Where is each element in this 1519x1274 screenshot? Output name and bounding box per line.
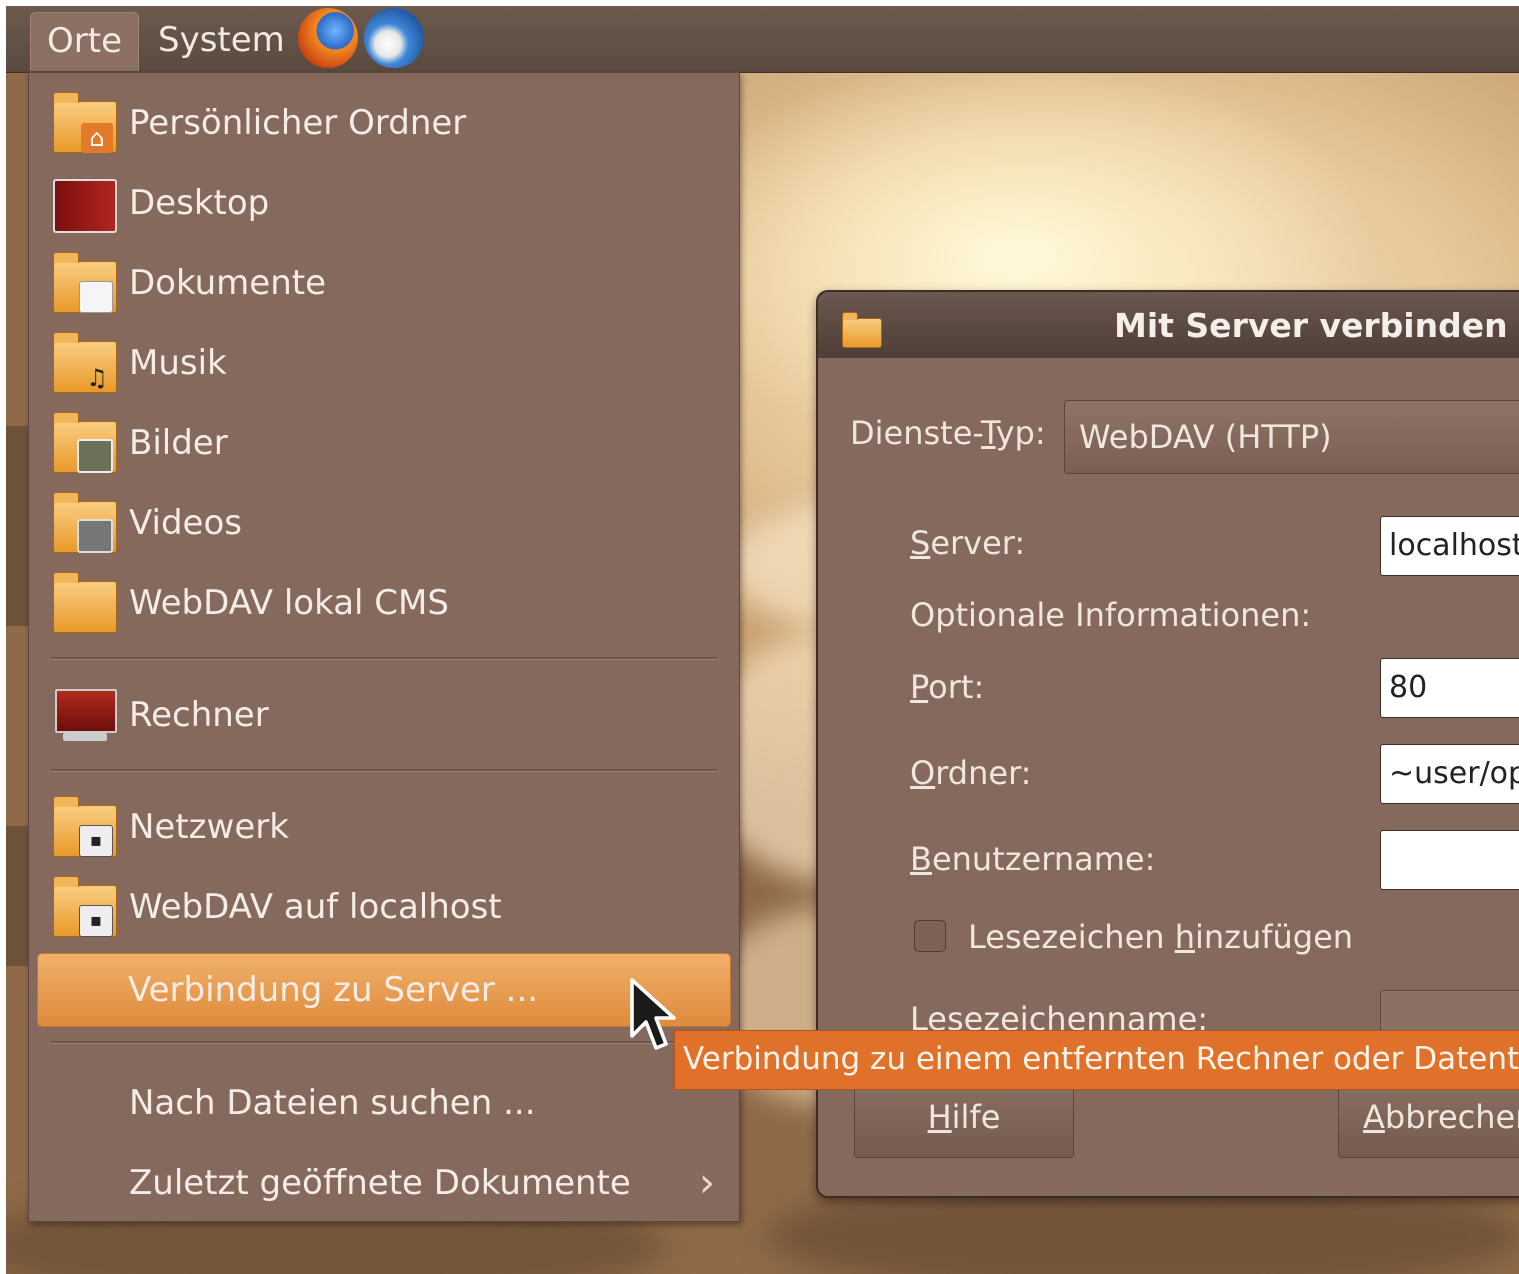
menu-separator	[51, 769, 717, 772]
home-folder-icon: ⌂	[53, 92, 117, 153]
optional-info-heading: Optionale Informationen:	[910, 596, 1312, 634]
port-label: Port:	[910, 668, 985, 706]
menu-item-recent-documents[interactable]: Zuletzt geöffnete Dokumente ›	[39, 1145, 729, 1221]
server-label: Server:	[910, 524, 1026, 562]
pictures-folder-icon	[53, 412, 117, 473]
add-bookmark-checkbox[interactable]	[914, 920, 946, 952]
mouse-pointer-icon	[630, 978, 676, 1050]
computer-icon	[53, 687, 117, 743]
videos-folder-icon	[53, 492, 117, 553]
dialog-title: Mit Server verbinden	[1114, 306, 1508, 345]
menu-item-connect-to-server[interactable]: Verbindung zu Server ...	[37, 953, 731, 1027]
desktop: Orte System Mit Server verbinden Dienste…	[6, 6, 1519, 1274]
folder-icon	[53, 572, 117, 633]
port-input[interactable]: 80	[1380, 658, 1519, 718]
menu-separator	[51, 1041, 717, 1044]
menu-item-videos[interactable]: Videos	[39, 485, 729, 561]
evolution-mail-icon[interactable]	[364, 8, 424, 68]
menu-separator	[51, 657, 717, 660]
tooltip: Verbindung zu einem entfernten Rechner o…	[674, 1030, 1519, 1090]
menu-item-webdav-localhost[interactable]: ▪ WebDAV auf localhost	[39, 869, 729, 945]
menu-item-desktop[interactable]: Desktop	[39, 165, 729, 241]
music-folder-icon: ♫	[53, 332, 117, 393]
firefox-icon[interactable]	[298, 8, 358, 68]
menu-item-search-files[interactable]: Nach Dateien suchen ...	[39, 1065, 729, 1141]
username-label: Benutzername:	[910, 840, 1156, 878]
chevron-right-icon: ›	[699, 1160, 715, 1206]
username-input[interactable]	[1380, 830, 1519, 890]
menu-item-network[interactable]: ▪ Netzwerk	[39, 789, 729, 865]
dialog-titlebar[interactable]: Mit Server verbinden	[818, 292, 1519, 358]
service-type-combo[interactable]: WebDAV (HTTP)	[1064, 400, 1519, 474]
remote-folder-icon: ▪	[53, 876, 117, 937]
service-type-label: Dienste-Typ:	[850, 414, 1046, 452]
menu-item-home-folder[interactable]: ⌂ Persönlicher Ordner	[39, 85, 729, 161]
top-panel: Orte System	[6, 6, 1519, 73]
folder-input[interactable]: ~user/op	[1380, 744, 1519, 804]
menu-item-documents[interactable]: Dokumente	[39, 245, 729, 321]
menu-item-pictures[interactable]: Bilder	[39, 405, 729, 481]
documents-folder-icon	[53, 252, 117, 313]
network-folder-icon: ▪	[53, 796, 117, 857]
server-input[interactable]: localhost	[1380, 516, 1519, 576]
folder-label: Ordner:	[910, 754, 1032, 792]
menu-item-music[interactable]: ♫ Musik	[39, 325, 729, 401]
menu-item-computer[interactable]: Rechner	[39, 677, 729, 753]
menu-orte[interactable]: Orte	[30, 12, 139, 71]
menu-item-webdav-cms[interactable]: WebDAV lokal CMS	[39, 565, 729, 641]
menu-system[interactable]: System	[142, 12, 301, 70]
desktop-icon	[53, 175, 117, 233]
folder-icon	[842, 312, 882, 348]
add-bookmark-label[interactable]: Lesezeichen hinzufügen	[968, 918, 1353, 956]
